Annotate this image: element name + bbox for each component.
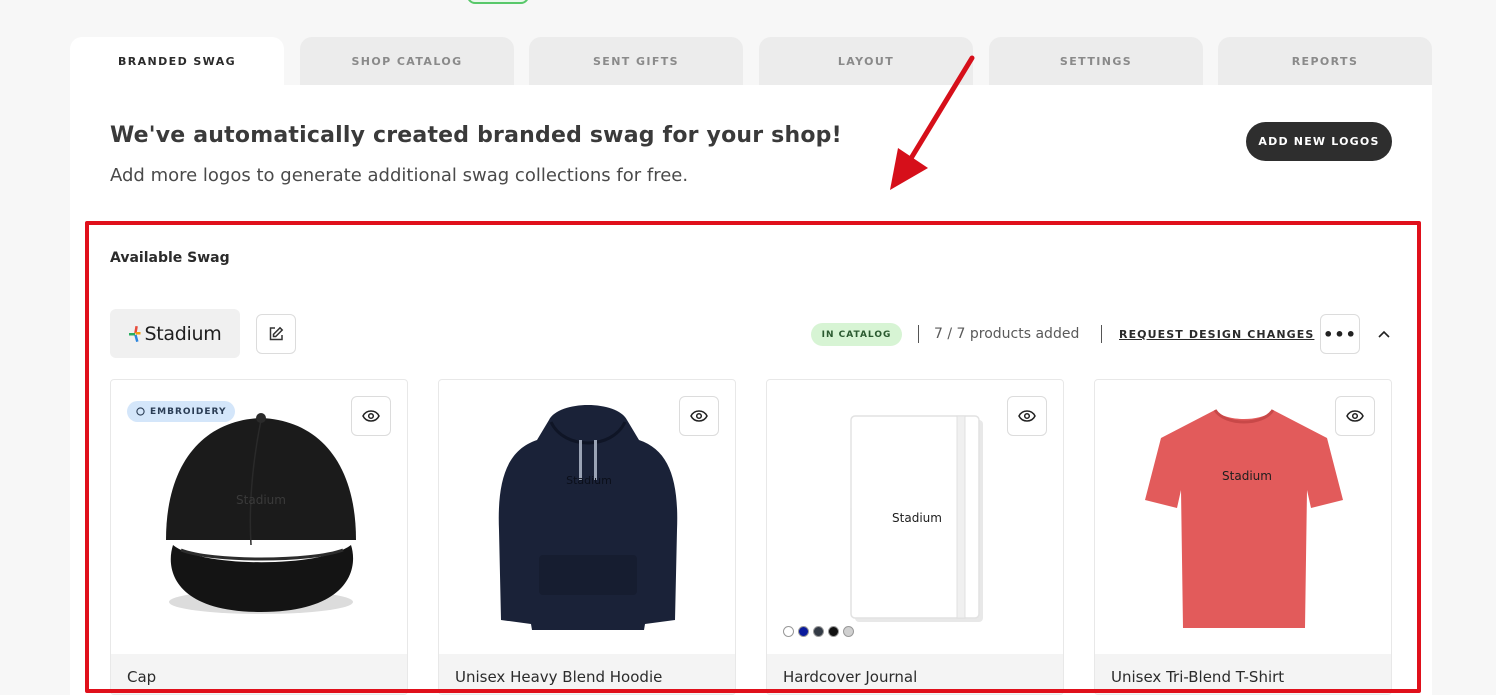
divider: [1101, 325, 1102, 343]
product-card-hoodie[interactable]: Stadium Unisex Heavy Blend Hoodie: [438, 379, 736, 695]
products-count: 7 / 7 products added: [934, 326, 1080, 342]
product-card-cap[interactable]: Stadium EMBROIDERY Cap: [110, 379, 408, 695]
in-catalog-badge: IN CATALOG: [811, 323, 902, 346]
preview-button[interactable]: [351, 396, 391, 436]
tab-layout[interactable]: LAYOUT: [759, 37, 973, 85]
swatch-white[interactable]: [783, 626, 794, 637]
svg-text:Stadium: Stadium: [566, 474, 612, 487]
swatch-gray[interactable]: [843, 626, 854, 637]
eye-icon: [1346, 410, 1364, 422]
swatch-charcoal[interactable]: [813, 626, 824, 637]
tab-sent-gifts[interactable]: SENT GIFTS: [529, 37, 743, 85]
request-design-changes-link[interactable]: REQUEST DESIGN CHANGES: [1119, 328, 1314, 341]
preview-button[interactable]: [1007, 396, 1047, 436]
logo-name: Stadium: [144, 322, 222, 345]
product-card-tshirt[interactable]: Stadium Unisex Tri-Blend T-Shirt: [1094, 379, 1392, 695]
add-new-logos-button[interactable]: ADD NEW LOGOS: [1246, 122, 1392, 161]
top-status-pill: [467, 0, 529, 4]
more-icon: •••: [1323, 324, 1357, 344]
preview-button[interactable]: [679, 396, 719, 436]
product-card-journal[interactable]: Stadium Hardcover Journal: [766, 379, 1064, 695]
available-swag-title: Available Swag: [110, 250, 230, 266]
eye-icon: [690, 410, 708, 422]
svg-text:Stadium: Stadium: [892, 511, 942, 525]
color-swatches: [783, 626, 854, 637]
tag-label: EMBROIDERY: [150, 406, 227, 417]
hero-subtitle: Add more logos to generate additional sw…: [110, 165, 689, 186]
more-options-button[interactable]: •••: [1320, 314, 1360, 354]
swatch-black[interactable]: [828, 626, 839, 637]
stadium-logo-icon: [128, 325, 141, 342]
product-name: Unisex Heavy Blend Hoodie: [455, 668, 663, 686]
svg-text:Stadium: Stadium: [236, 493, 286, 507]
product-name: Hardcover Journal: [783, 668, 918, 686]
info-icon: [136, 407, 145, 416]
tab-reports[interactable]: REPORTS: [1218, 37, 1432, 85]
hero-title: We've automatically created branded swag…: [110, 123, 842, 148]
embroidery-tag: EMBROIDERY: [127, 401, 236, 422]
swatch-blue[interactable]: [798, 626, 809, 637]
tab-branded-swag[interactable]: BRANDED SWAG: [70, 37, 284, 85]
collapse-button[interactable]: [1374, 324, 1394, 344]
product-name: Unisex Tri-Blend T-Shirt: [1111, 668, 1285, 686]
tab-shop-catalog[interactable]: SHOP CATALOG: [300, 37, 514, 85]
eye-icon: [362, 410, 380, 422]
edit-logo-button[interactable]: [256, 314, 296, 354]
chevron-up-icon: [1378, 330, 1390, 338]
app-page: BRANDED SWAG SHOP CATALOG SENT GIFTS LAY…: [0, 0, 1496, 695]
tab-bar: BRANDED SWAG SHOP CATALOG SENT GIFTS LAY…: [70, 37, 1432, 85]
product-name: Cap: [127, 668, 157, 686]
logo-card: Stadium: [110, 309, 240, 358]
preview-button[interactable]: [1335, 396, 1375, 436]
tab-settings[interactable]: SETTINGS: [989, 37, 1203, 85]
edit-icon: [269, 326, 284, 341]
divider: [918, 325, 919, 343]
svg-text:Stadium: Stadium: [1222, 469, 1272, 483]
eye-icon: [1018, 410, 1036, 422]
